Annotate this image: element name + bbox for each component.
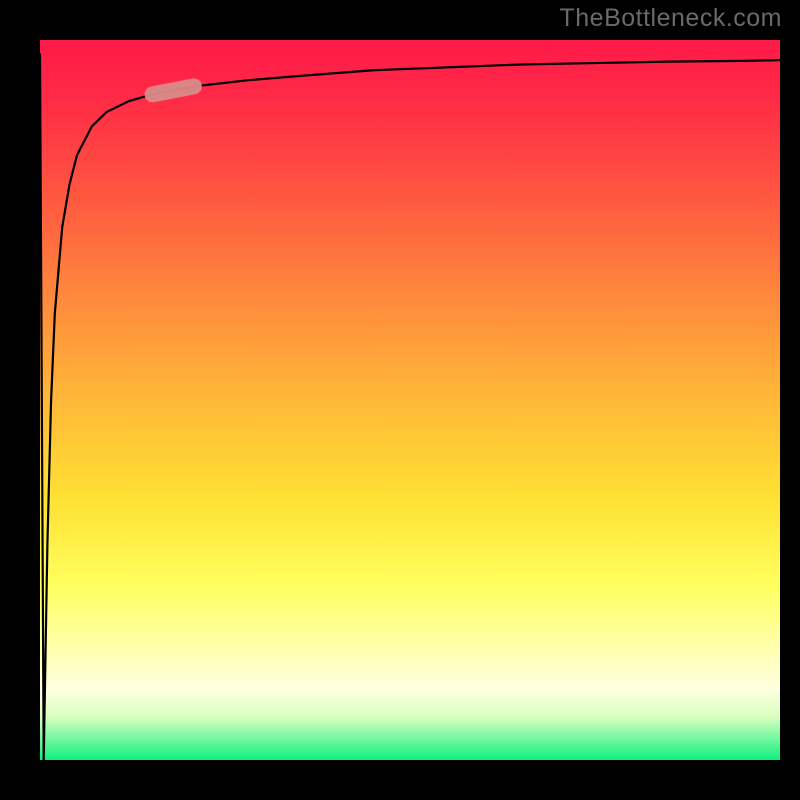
- bottleneck-curve: [40, 54, 780, 760]
- watermark-text: TheBottleneck.com: [560, 4, 783, 33]
- curve-marker: [143, 77, 203, 104]
- plot-area: [40, 40, 780, 760]
- curve-svg: [40, 40, 780, 760]
- chart-canvas: TheBottleneck.com: [0, 0, 800, 800]
